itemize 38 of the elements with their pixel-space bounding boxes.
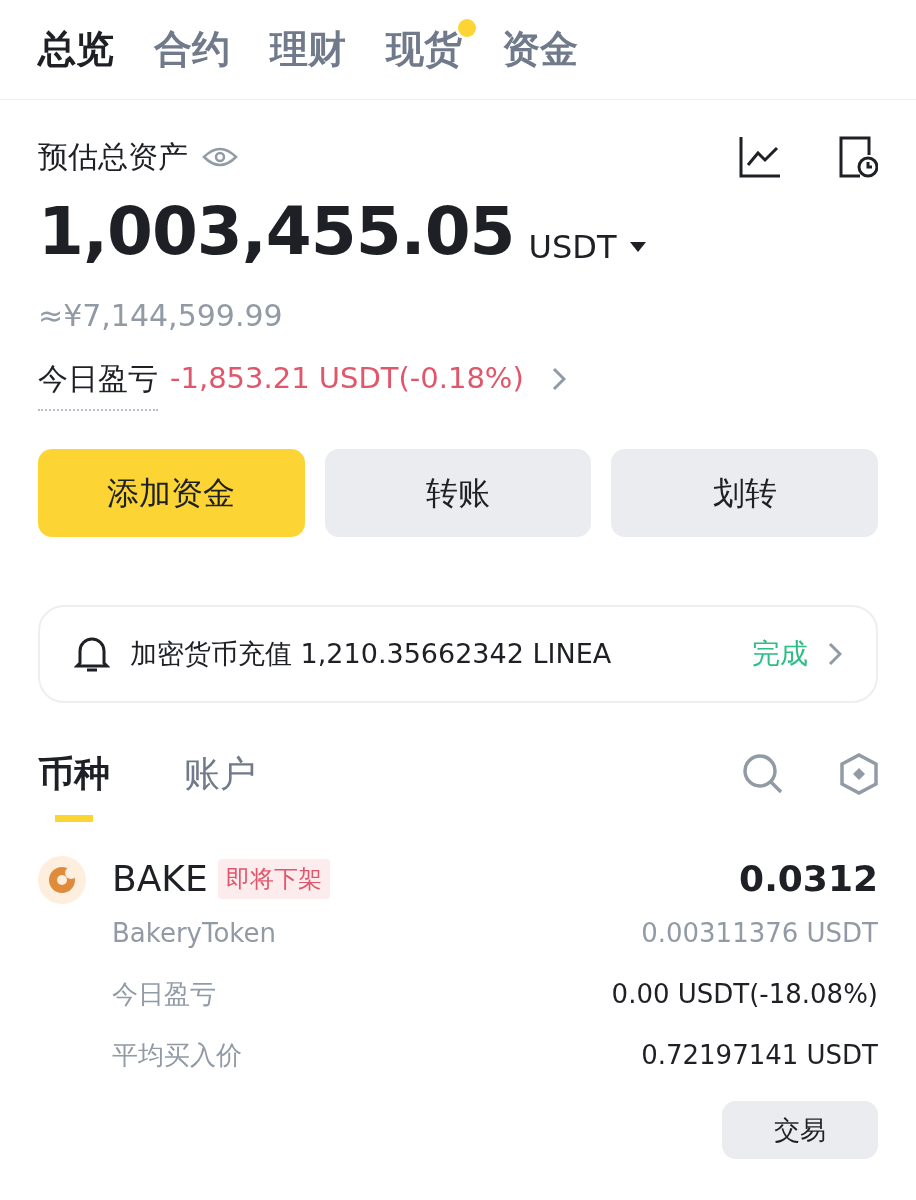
coin-logo [38,856,86,904]
coin-name: BakeryToken [112,917,276,950]
notice-status: 完成 [752,636,808,672]
pnl-value: -1,853.21 USDT(-0.18%) [170,359,524,397]
fiat-value: ≈¥7,144,599.99 [38,297,284,335]
top-tab[interactable]: 总览 [38,21,114,78]
detail-label: 今日盈亏 [112,978,216,1011]
trade-button[interactable]: 交易 [722,1101,878,1159]
bell-icon [74,635,110,673]
action-button[interactable]: 转账 [324,449,592,537]
line-chart-icon[interactable] [738,134,782,179]
detail-value: 0.72197141 USDT [641,1039,878,1072]
total-balance: 1,003,455.05 [38,199,515,265]
coin-value: 0.00311376 USDT [641,917,878,950]
action-button[interactable]: 添加资金 [38,449,305,537]
top-tab[interactable]: 现货 [386,21,462,78]
currency-selector[interactable]: USDT [528,231,647,265]
search-icon[interactable] [742,753,784,795]
detail-label: 平均买入价 [112,1039,242,1072]
asset-tab[interactable]: 币种 [38,747,110,822]
caret-icon [630,242,647,252]
chevron-right-icon [828,642,842,666]
delisting-tag: 即将下架 [217,859,330,899]
notice-card[interactable]: 加密货币充值 1,210.35662342 LINEA 完成 [38,605,878,703]
coin-symbol: BAKE [112,857,208,901]
pnl-label[interactable]: 今日盈亏 [38,356,158,411]
chevron-right-icon[interactable] [551,366,566,391]
asset-tab[interactable]: 账户 [184,747,256,822]
top-tab[interactable]: 资金 [502,21,578,78]
coin-amount: 0.0312 [739,857,878,901]
action-button[interactable]: 划转 [611,449,878,537]
top-tab[interactable]: 合约 [154,21,230,78]
hexagon-icon[interactable] [840,753,878,795]
top-tab[interactable]: 理财 [270,21,346,78]
detail-value: 0.00 USDT(-18.08%) [611,978,878,1011]
document-clock-icon[interactable] [838,134,878,179]
section-title: 预估总资产 [38,138,188,176]
notice-text: 加密货币充值 1,210.35662342 LINEA [130,636,613,671]
